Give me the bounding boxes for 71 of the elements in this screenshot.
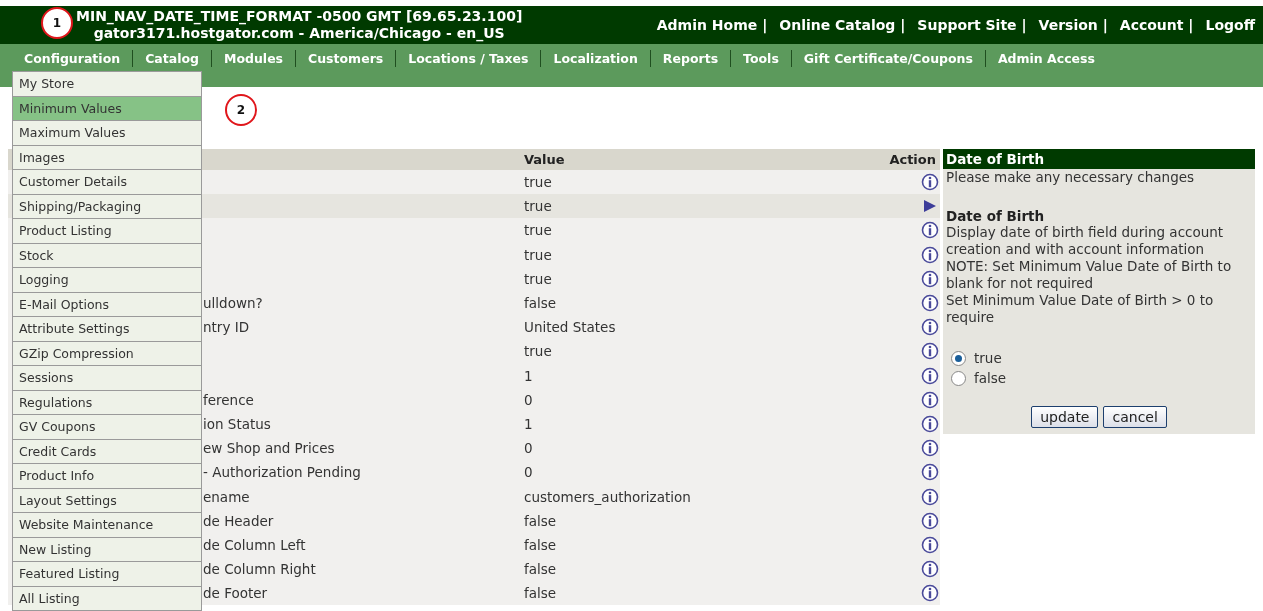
radio-label: true: [974, 350, 1002, 366]
header-link[interactable]: Logoff: [1205, 17, 1255, 33]
info-icon[interactable]: [921, 511, 939, 530]
table-cell: ion Status: [203, 415, 271, 432]
column-header: Value: [524, 152, 566, 167]
table-cell: true: [524, 270, 552, 287]
column-header: Action: [888, 152, 937, 167]
info-icon[interactable]: [921, 318, 939, 337]
table-cell: de Header: [203, 512, 274, 529]
table-cell: ntry ID: [203, 319, 250, 336]
table-cell: true: [524, 343, 552, 360]
info-icon[interactable]: [921, 366, 939, 385]
table-cell: false: [524, 585, 557, 602]
info-icon[interactable]: [921, 439, 939, 458]
table-cell: ulldown?: [203, 295, 263, 312]
info-icon[interactable]: [921, 414, 939, 433]
info-icon[interactable]: [921, 487, 939, 506]
setting-description: Display date of birth field during account creation and with account information: [945, 224, 1225, 258]
info-icon[interactable]: [921, 463, 939, 482]
info-icon[interactable]: [921, 560, 939, 579]
header-link[interactable]: Support Site |: [917, 17, 1027, 33]
info-icon[interactable]: [921, 245, 939, 264]
radio-button[interactable]: [951, 370, 966, 386]
update-button[interactable]: update: [1031, 406, 1099, 428]
table-cell: true: [524, 174, 552, 191]
table-cell: 0: [524, 464, 533, 481]
table-cell: true: [524, 246, 552, 263]
panel-title: Date of Birth: [943, 149, 1255, 169]
cancel-button[interactable]: cancel: [1103, 406, 1167, 428]
server-info: gator3171.hostgator.com - America/Chicago - en_US: [93, 25, 505, 42]
play-arrow-icon: [923, 199, 937, 214]
menu-item[interactable]: Minimum Values: [13, 95, 201, 120]
setting-heading: Date of Birth: [945, 207, 1046, 224]
table-cell: 1: [524, 415, 533, 432]
table-cell: ference: [203, 391, 254, 408]
info-icon[interactable]: [921, 390, 939, 409]
panel-text: Please make any necessary changes: [945, 169, 1196, 186]
info-icon[interactable]: [921, 221, 939, 240]
table-cell: - Authorization Pending: [203, 464, 361, 481]
table-cell: false: [524, 512, 557, 529]
radio-label: false: [974, 370, 1007, 386]
header-link[interactable]: Admin Home |: [656, 17, 768, 33]
table-cell: true: [524, 222, 552, 239]
info-icon[interactable]: [921, 269, 939, 288]
table-cell: false: [524, 536, 557, 553]
table-cell: true: [524, 198, 552, 215]
info-icon[interactable]: [921, 342, 939, 361]
setting-description: Set Minimum Value Date of Birth > 0 to require: [945, 292, 1215, 326]
table-cell: de Column Left: [203, 536, 306, 553]
callout-marker: 2: [225, 94, 257, 126]
info-icon[interactable]: [921, 535, 939, 554]
info-icon[interactable]: [921, 584, 939, 603]
table-cell: 1: [524, 367, 533, 384]
table-cell: false: [524, 561, 557, 578]
setting-description: NOTE: Set Minimum Value Date of Birth to blank for not required: [945, 258, 1233, 292]
table-cell: false: [524, 295, 557, 312]
table-cell: United States: [524, 319, 616, 336]
table-cell: de Footer: [203, 585, 268, 602]
table-cell: 0: [524, 440, 533, 457]
info-icon[interactable]: [921, 294, 939, 313]
header-link[interactable]: Version |: [1038, 17, 1108, 33]
table-cell: de Column Right: [203, 561, 316, 578]
info-icon[interactable]: [921, 173, 939, 192]
header-link[interactable]: Online Catalog |: [779, 17, 906, 33]
table-cell: ename: [203, 488, 250, 505]
server-info: MIN_NAV_DATE_TIME_FORMAT -0500 GMT [69.65.23.100]: [76, 8, 523, 25]
table-cell: ew Shop and Prices: [203, 440, 335, 457]
header-link[interactable]: Account |: [1119, 17, 1194, 33]
table-cell: 0: [524, 391, 533, 408]
table-cell: customers_authorization: [524, 488, 691, 505]
radio-button[interactable]: [951, 350, 966, 366]
